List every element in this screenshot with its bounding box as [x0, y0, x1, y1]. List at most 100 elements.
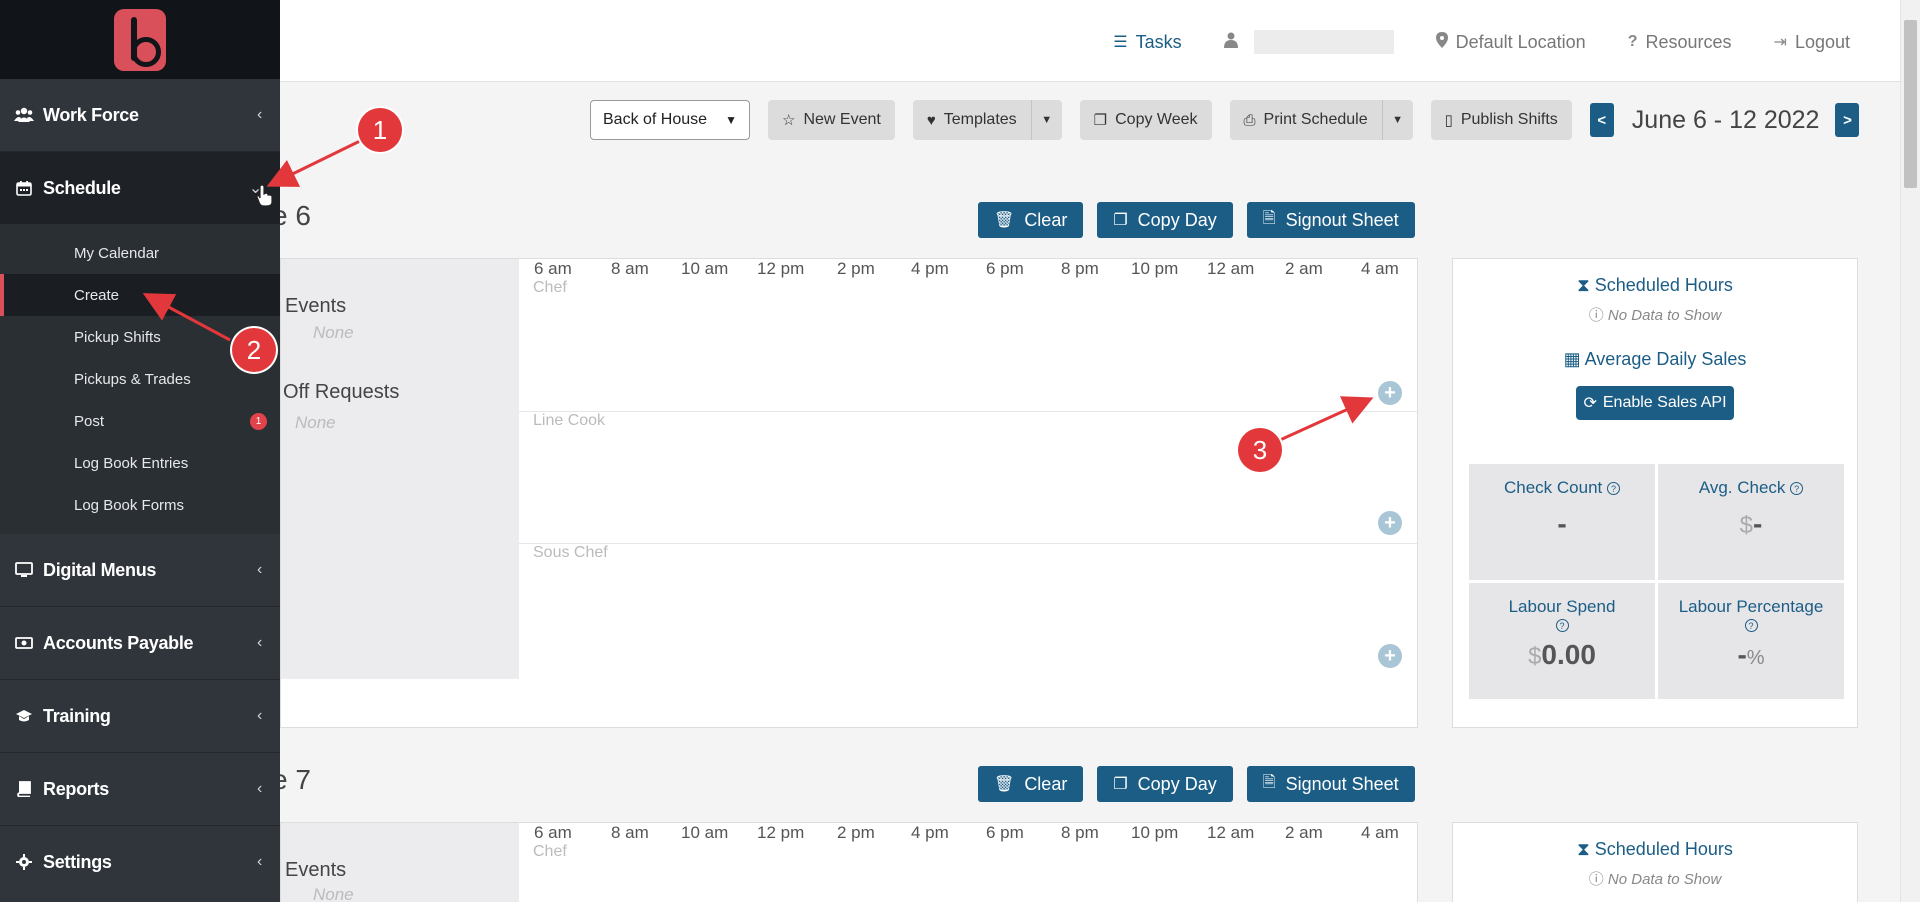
sidebar-item-reports[interactable]: Reports ‹: [0, 753, 280, 825]
monitor-icon: [14, 562, 34, 578]
enable-sales-api-label: Enable Sales API: [1602, 394, 1727, 411]
schedule-submenu: My Calendar Create Pickup Shifts Pickups…: [0, 224, 280, 534]
user-menu[interactable]: [1223, 30, 1394, 54]
week-label: June 6 - 12 2022: [1631, 105, 1820, 134]
day-stats-panel: ⧗ Scheduled Hours ⓘ No Data to Show: [1452, 822, 1858, 902]
hour-label: 2 pm: [837, 823, 875, 842]
labour-percentage-value: -: [1737, 639, 1747, 670]
resources-label: Resources: [1645, 31, 1732, 52]
logo-area: [0, 0, 280, 79]
hour-label: 8 am: [611, 259, 649, 278]
hour-label: 8 am: [611, 823, 649, 842]
templates-dropdown-caret[interactable]: ▼: [1031, 100, 1062, 140]
day-info-column: Events None Off Requests None: [281, 259, 519, 679]
location-link[interactable]: Default Location: [1435, 31, 1586, 53]
help-icon[interactable]: ?: [1555, 619, 1569, 633]
chevron-left-icon: ‹: [256, 707, 262, 724]
hour-label: 10 am: [681, 259, 729, 278]
hour-label: 12 am: [1207, 259, 1255, 278]
copy-day-button[interactable]: ❐ Copy Day: [1097, 766, 1233, 802]
help-icon[interactable]: ?: [1744, 619, 1758, 633]
sidebar-item-label: Settings: [43, 851, 112, 872]
sidebar-item-accounts-payable[interactable]: Accounts Payable ‹: [0, 607, 280, 679]
gear-icon: [14, 854, 34, 870]
timeline: 6 am 8 am 10 am 12 pm 2 pm 4 pm 6 pm 8 p…: [519, 259, 1417, 729]
check-count-label: Check Count: [1503, 478, 1603, 497]
check-count-value: -: [1557, 508, 1567, 539]
submenu-label: Post: [74, 412, 105, 430]
info-icon: ⓘ: [1588, 307, 1604, 324]
role-label: Chef: [533, 843, 567, 860]
add-shift-icon[interactable]: +: [1378, 644, 1402, 668]
print-schedule-button[interactable]: ⎙ Print Schedule: [1229, 100, 1383, 140]
clear-button[interactable]: 🗑 Clear: [978, 202, 1084, 238]
signout-sheet-button[interactable]: 🗎 Signout Sheet: [1246, 766, 1415, 802]
chevron-left-icon: ‹: [256, 634, 262, 651]
role-label: Line Cook: [533, 412, 606, 429]
hour-label: 2 am: [1285, 259, 1323, 278]
add-shift-icon[interactable]: +: [1378, 381, 1402, 405]
events-value: None: [313, 885, 354, 902]
scrollbar-thumb[interactable]: [1904, 20, 1917, 188]
templates-split-button: ♥ Templates ▼: [912, 100, 1062, 140]
brand-logo[interactable]: [114, 8, 166, 71]
print-dropdown-caret[interactable]: ▼: [1382, 100, 1413, 140]
submenu-label: My Calendar: [74, 244, 160, 262]
resources-link[interactable]: ? Resources: [1628, 32, 1732, 53]
sidebar-item-work-force[interactable]: Work Force ‹: [0, 79, 280, 151]
info-icon: ⓘ: [1588, 871, 1604, 888]
new-event-button[interactable]: ☆ New Event: [768, 100, 895, 140]
add-shift-icon[interactable]: +: [1378, 511, 1402, 535]
user-icon: [1223, 32, 1238, 53]
submenu-item-post[interactable]: Post 1: [0, 400, 280, 442]
sidebar-item-label: Digital Menus: [43, 559, 157, 580]
submenu-item-log-book-forms[interactable]: Log Book Forms: [0, 484, 280, 526]
next-week-button[interactable]: >: [1835, 103, 1860, 137]
location-select[interactable]: Back of House ▼: [590, 100, 750, 140]
hour-label: 4 am: [1361, 259, 1399, 278]
currency-prefix: $: [1739, 512, 1754, 539]
hourglass-icon: ⧗: [1577, 839, 1590, 859]
clear-label: Clear: [1024, 209, 1068, 230]
star-icon: ☆: [782, 112, 796, 129]
signout-sheet-button[interactable]: 🗎 Signout Sheet: [1246, 202, 1415, 238]
money-icon: [14, 636, 34, 650]
file-icon: 🗎: [1262, 773, 1276, 791]
labour-spend-value: 0.00: [1541, 639, 1596, 670]
sidebar-item-schedule[interactable]: Schedule ⌄: [0, 152, 280, 224]
vertical-scrollbar[interactable]: [1900, 0, 1920, 902]
sidebar-item-settings[interactable]: Settings ‹: [0, 826, 280, 898]
avg-check-value: -: [1753, 508, 1763, 539]
day-info-column: Events None: [281, 823, 519, 902]
enable-sales-api-button[interactable]: ⟳ Enable Sales API: [1576, 386, 1734, 420]
publish-shifts-button[interactable]: ▯ Publish Shifts: [1430, 100, 1572, 140]
day-schedule-panel: Events None 6 am 8 am 10 am 12 pm 2 pm 4…: [280, 822, 1418, 902]
calendar-icon: [14, 180, 34, 196]
sidebar-item-label: Schedule: [43, 177, 121, 198]
sidebar-item-digital-menus[interactable]: Digital Menus ‹: [0, 534, 280, 606]
templates-button[interactable]: ♥ Templates: [912, 100, 1032, 140]
submenu-item-create[interactable]: Create: [0, 274, 280, 316]
hour-label: 8 pm: [1061, 259, 1099, 278]
prev-week-button[interactable]: <: [1589, 103, 1614, 137]
submenu-item-my-calendar[interactable]: My Calendar: [0, 232, 280, 274]
copy-icon: ❐: [1093, 112, 1108, 129]
annotation-marker-2: 2: [232, 328, 276, 372]
chevron-left-icon: ‹: [256, 853, 262, 870]
help-icon[interactable]: ?: [1607, 482, 1620, 496]
trash-icon: 🗑: [994, 776, 1015, 793]
scheduled-hours-label: Scheduled Hours: [1594, 275, 1733, 295]
calculator-icon: ▦: [1563, 349, 1581, 369]
clear-button[interactable]: 🗑 Clear: [978, 766, 1084, 802]
copy-day-button[interactable]: ❐ Copy Day: [1097, 202, 1233, 238]
schedule-toolbar: Back of House ▼ ☆ New Event ♥ Templates …: [590, 100, 1860, 140]
tasks-link[interactable]: ☰ Tasks: [1113, 32, 1181, 53]
logout-link[interactable]: ⇥ Logout: [1774, 32, 1850, 53]
submenu-item-log-book-entries[interactable]: Log Book Entries: [0, 442, 280, 484]
role-row-sous-chef: Sous Chef +: [519, 544, 1417, 679]
copy-week-button[interactable]: ❐ Copy Week: [1079, 100, 1212, 140]
hourglass-icon: ⧗: [1577, 275, 1590, 295]
sidebar-item-training[interactable]: Training ‹: [0, 680, 280, 752]
logout-label: Logout: [1794, 31, 1850, 52]
help-icon[interactable]: ?: [1790, 482, 1804, 496]
